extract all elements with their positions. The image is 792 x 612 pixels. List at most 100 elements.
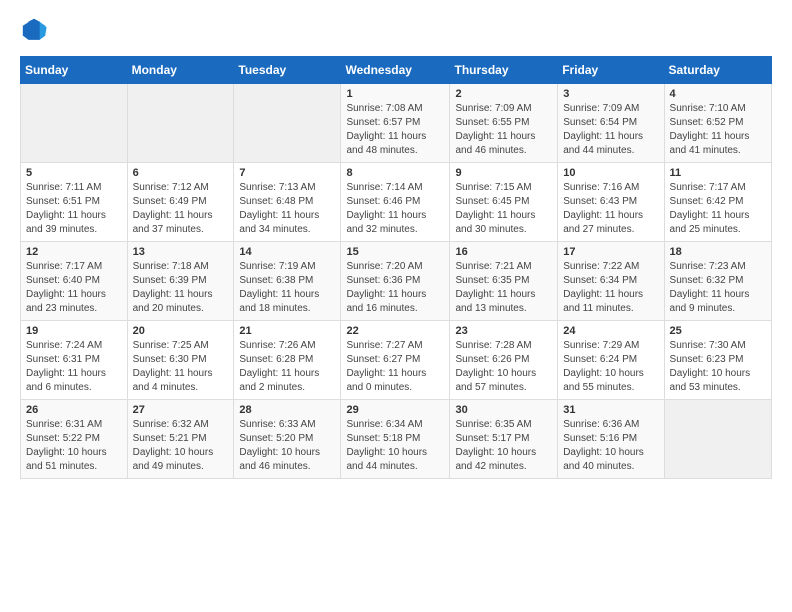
- day-number: 22: [346, 325, 444, 337]
- day-number: 10: [563, 167, 658, 179]
- calendar-cell: 2 Sunrise: 7:09 AM Sunset: 6:55 PM Daylig…: [450, 84, 558, 163]
- header-cell-wednesday: Wednesday: [341, 57, 450, 84]
- day-number: 11: [670, 167, 766, 179]
- calendar-cell: [127, 84, 234, 163]
- calendar-cell: [234, 84, 341, 163]
- day-number: 3: [563, 88, 658, 100]
- calendar-cell: 15 Sunrise: 7:20 AM Sunset: 6:36 PM Dayli…: [341, 242, 450, 321]
- calendar-cell: 18 Sunrise: 7:23 AM Sunset: 6:32 PM Dayli…: [664, 242, 771, 321]
- calendar-cell: 28Sunrise: 6:33 AM Sunset: 5:20 PM Dayli…: [234, 400, 341, 479]
- header-cell-thursday: Thursday: [450, 57, 558, 84]
- day-number: 16: [455, 246, 552, 258]
- day-number: 25: [670, 325, 766, 337]
- week-row-5: 26 Sunrise: 6:31 AM Sunset: 5:22 PM Dayli…: [21, 400, 772, 479]
- day-number: 23: [455, 325, 552, 337]
- day-info: Sunrise: 7:18 AM Sunset: 6:39 PM Dayligh…: [133, 260, 229, 316]
- day-info: Sunrise: 6:33 AM Sunset: 5:20 PM Dayligh…: [239, 418, 335, 474]
- day-number: 21: [239, 325, 335, 337]
- day-info: Sunrise: 6:32 AM Sunset: 5:21 PM Dayligh…: [133, 418, 229, 474]
- day-info: Sunrise: 7:29 AM Sunset: 6:24 PM Dayligh…: [563, 339, 658, 395]
- day-number: 18: [670, 246, 766, 258]
- logo-icon: [20, 16, 48, 44]
- calendar-cell: 12 Sunrise: 7:17 AM Sunset: 6:40 PM Dayli…: [21, 242, 128, 321]
- header-cell-tuesday: Tuesday: [234, 57, 341, 84]
- calendar-cell: 31Sunrise: 6:36 AM Sunset: 5:16 PM Dayli…: [558, 400, 664, 479]
- calendar-cell: 3 Sunrise: 7:09 AM Sunset: 6:54 PM Daylig…: [558, 84, 664, 163]
- calendar-cell: 4 Sunrise: 7:10 AM Sunset: 6:52 PM Daylig…: [664, 84, 771, 163]
- calendar-cell: 9 Sunrise: 7:15 AM Sunset: 6:45 PM Daylig…: [450, 163, 558, 242]
- day-info: Sunrise: 7:15 AM Sunset: 6:45 PM Dayligh…: [455, 181, 552, 237]
- calendar-cell: 30 Sunrise: 6:35 AM Sunset: 5:17 PM Dayli…: [450, 400, 558, 479]
- day-info: Sunrise: 7:09 AM Sunset: 6:55 PM Dayligh…: [455, 102, 552, 158]
- week-row-1: 1Sunrise: 7:08 AM Sunset: 6:57 PM Daylig…: [21, 84, 772, 163]
- day-number: 5: [26, 167, 122, 179]
- calendar-table: SundayMondayTuesdayWednesdayThursdayFrid…: [20, 56, 772, 479]
- calendar-cell: 27 Sunrise: 6:32 AM Sunset: 5:21 PM Dayli…: [127, 400, 234, 479]
- header-row: SundayMondayTuesdayWednesdayThursdayFrid…: [21, 57, 772, 84]
- day-info: Sunrise: 6:36 AM Sunset: 5:16 PM Dayligh…: [563, 418, 658, 474]
- day-number: 19: [26, 325, 122, 337]
- week-row-3: 12 Sunrise: 7:17 AM Sunset: 6:40 PM Dayli…: [21, 242, 772, 321]
- calendar-cell: 23Sunrise: 7:28 AM Sunset: 6:26 PM Dayli…: [450, 321, 558, 400]
- calendar-cell: 29 Sunrise: 6:34 AM Sunset: 5:18 PM Dayli…: [341, 400, 450, 479]
- calendar-cell: 7Sunrise: 7:13 AM Sunset: 6:48 PM Daylig…: [234, 163, 341, 242]
- day-info: Sunrise: 7:30 AM Sunset: 6:23 PM Dayligh…: [670, 339, 766, 395]
- calendar-cell: 13 Sunrise: 7:18 AM Sunset: 6:39 PM Dayli…: [127, 242, 234, 321]
- calendar-cell: 20Sunrise: 7:25 AM Sunset: 6:30 PM Dayli…: [127, 321, 234, 400]
- calendar-cell: 10Sunrise: 7:16 AM Sunset: 6:43 PM Dayli…: [558, 163, 664, 242]
- calendar-cell: 19 Sunrise: 7:24 AM Sunset: 6:31 PM Dayli…: [21, 321, 128, 400]
- day-info: Sunrise: 7:19 AM Sunset: 6:38 PM Dayligh…: [239, 260, 335, 316]
- day-info: Sunrise: 7:12 AM Sunset: 6:49 PM Dayligh…: [133, 181, 229, 237]
- calendar-cell: [664, 400, 771, 479]
- day-info: Sunrise: 7:11 AM Sunset: 6:51 PM Dayligh…: [26, 181, 122, 237]
- day-number: 17: [563, 246, 658, 258]
- calendar-cell: 24 Sunrise: 7:29 AM Sunset: 6:24 PM Dayli…: [558, 321, 664, 400]
- day-info: Sunrise: 7:20 AM Sunset: 6:36 PM Dayligh…: [346, 260, 444, 316]
- day-info: Sunrise: 7:17 AM Sunset: 6:40 PM Dayligh…: [26, 260, 122, 316]
- day-number: 27: [133, 404, 229, 416]
- day-number: 30: [455, 404, 552, 416]
- day-number: 12: [26, 246, 122, 258]
- logo: [20, 16, 52, 44]
- day-info: Sunrise: 7:24 AM Sunset: 6:31 PM Dayligh…: [26, 339, 122, 395]
- calendar-cell: 8 Sunrise: 7:14 AM Sunset: 6:46 PM Daylig…: [341, 163, 450, 242]
- day-number: 13: [133, 246, 229, 258]
- day-number: 6: [133, 167, 229, 179]
- header-cell-sunday: Sunday: [21, 57, 128, 84]
- calendar-cell: 1Sunrise: 7:08 AM Sunset: 6:57 PM Daylig…: [341, 84, 450, 163]
- header-cell-monday: Monday: [127, 57, 234, 84]
- day-info: Sunrise: 7:14 AM Sunset: 6:46 PM Dayligh…: [346, 181, 444, 237]
- header: [20, 16, 772, 44]
- day-info: Sunrise: 6:31 AM Sunset: 5:22 PM Dayligh…: [26, 418, 122, 474]
- day-number: 4: [670, 88, 766, 100]
- header-cell-friday: Friday: [558, 57, 664, 84]
- day-info: Sunrise: 7:13 AM Sunset: 6:48 PM Dayligh…: [239, 181, 335, 237]
- day-number: 24: [563, 325, 658, 337]
- day-number: 2: [455, 88, 552, 100]
- calendar-cell: 26 Sunrise: 6:31 AM Sunset: 5:22 PM Dayli…: [21, 400, 128, 479]
- day-info: Sunrise: 7:21 AM Sunset: 6:35 PM Dayligh…: [455, 260, 552, 316]
- header-cell-saturday: Saturday: [664, 57, 771, 84]
- day-number: 14: [239, 246, 335, 258]
- calendar-cell: 6 Sunrise: 7:12 AM Sunset: 6:49 PM Daylig…: [127, 163, 234, 242]
- day-number: 15: [346, 246, 444, 258]
- day-number: 29: [346, 404, 444, 416]
- calendar-cell: 25 Sunrise: 7:30 AM Sunset: 6:23 PM Dayli…: [664, 321, 771, 400]
- week-row-4: 19 Sunrise: 7:24 AM Sunset: 6:31 PM Dayli…: [21, 321, 772, 400]
- calendar-cell: 22Sunrise: 7:27 AM Sunset: 6:27 PM Dayli…: [341, 321, 450, 400]
- day-info: Sunrise: 6:34 AM Sunset: 5:18 PM Dayligh…: [346, 418, 444, 474]
- day-info: Sunrise: 7:25 AM Sunset: 6:30 PM Dayligh…: [133, 339, 229, 395]
- day-info: Sunrise: 7:08 AM Sunset: 6:57 PM Dayligh…: [346, 102, 444, 158]
- day-info: Sunrise: 7:10 AM Sunset: 6:52 PM Dayligh…: [670, 102, 766, 158]
- day-info: Sunrise: 6:35 AM Sunset: 5:17 PM Dayligh…: [455, 418, 552, 474]
- day-number: 9: [455, 167, 552, 179]
- calendar-cell: 5 Sunrise: 7:11 AM Sunset: 6:51 PM Daylig…: [21, 163, 128, 242]
- calendar-cell: 14 Sunrise: 7:19 AM Sunset: 6:38 PM Dayli…: [234, 242, 341, 321]
- day-number: 26: [26, 404, 122, 416]
- day-info: Sunrise: 7:09 AM Sunset: 6:54 PM Dayligh…: [563, 102, 658, 158]
- day-info: Sunrise: 7:17 AM Sunset: 6:42 PM Dayligh…: [670, 181, 766, 237]
- calendar-cell: 21Sunrise: 7:26 AM Sunset: 6:28 PM Dayli…: [234, 321, 341, 400]
- calendar-cell: 16 Sunrise: 7:21 AM Sunset: 6:35 PM Dayli…: [450, 242, 558, 321]
- day-number: 8: [346, 167, 444, 179]
- day-info: Sunrise: 7:23 AM Sunset: 6:32 PM Dayligh…: [670, 260, 766, 316]
